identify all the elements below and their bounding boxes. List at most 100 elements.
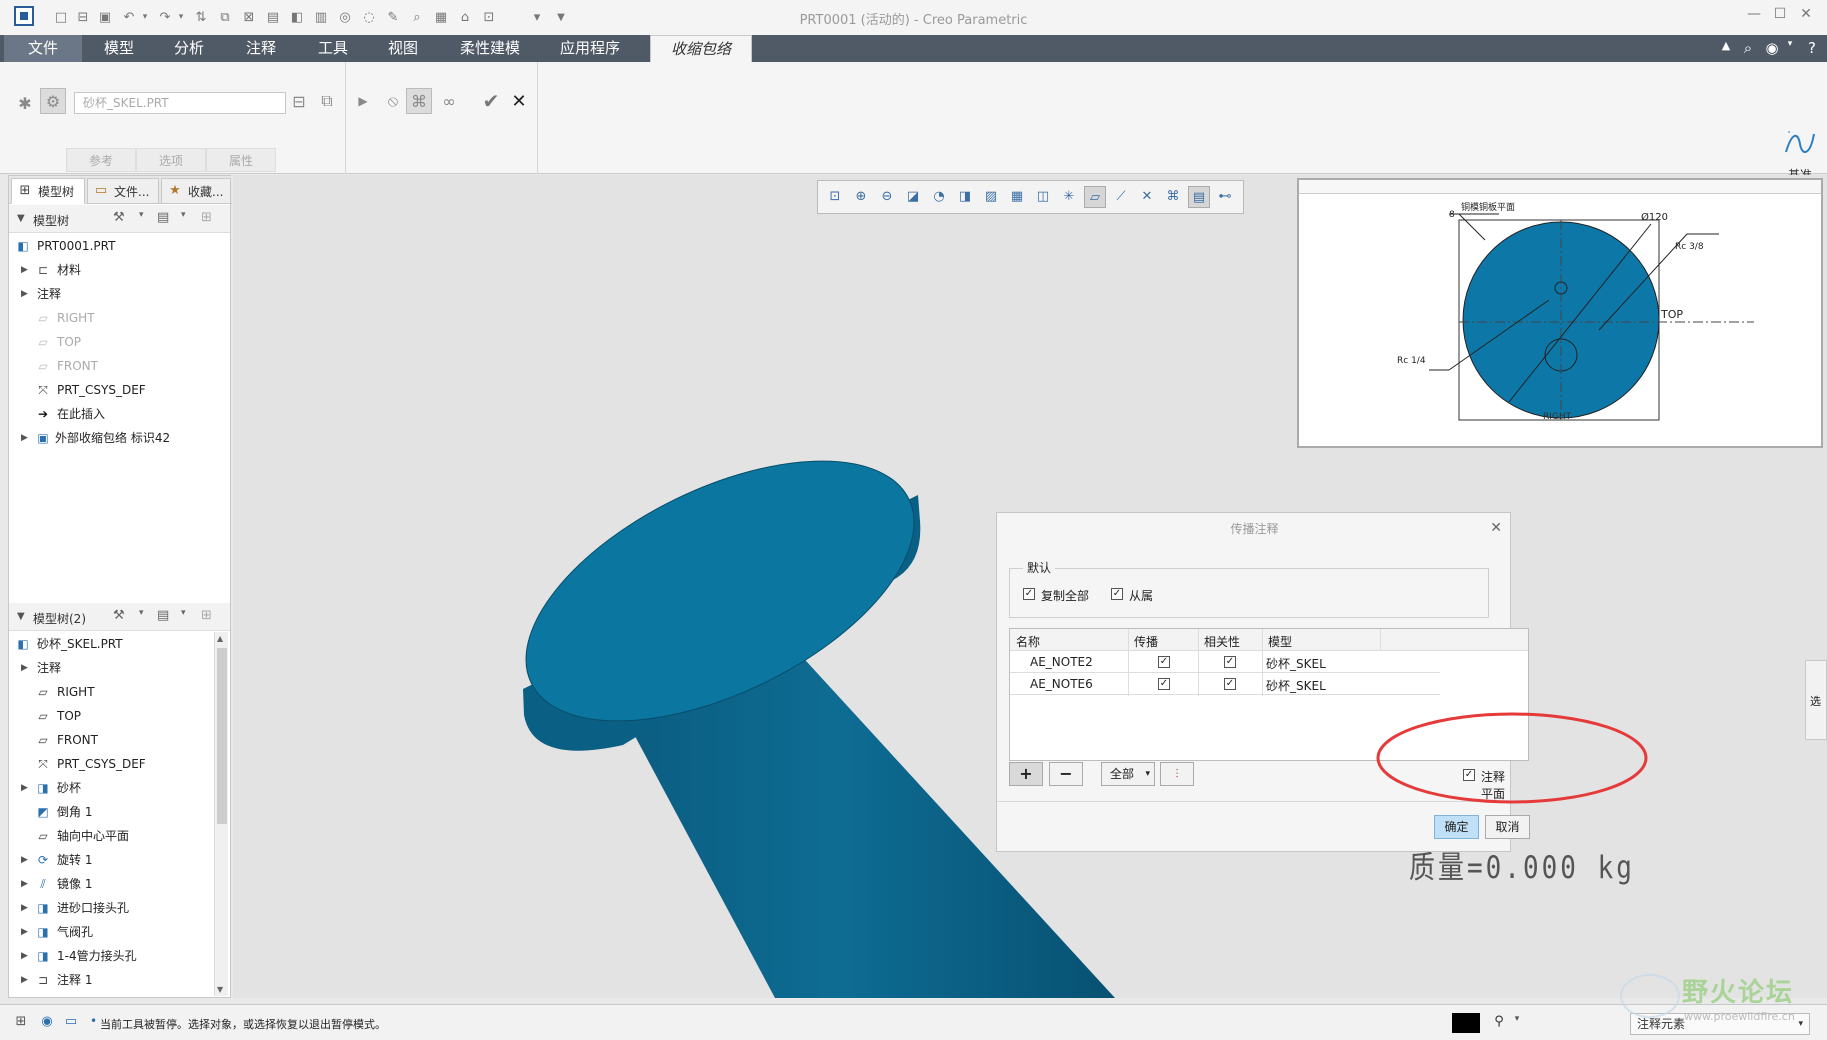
model-tree-2-scrollbar[interactable]: ▲ ▼: [214, 632, 228, 996]
csys-display-icon[interactable]: ⌘: [1162, 186, 1184, 208]
tree-node-annotations[interactable]: ▶ 注释: [9, 656, 214, 680]
ok-button[interactable]: 确定: [1434, 815, 1479, 839]
table-row[interactable]: AE_NOTE2 ✓ ✓ 砂杯_SKEL: [1010, 651, 1440, 673]
zoom-in-icon[interactable]: ⊕: [850, 186, 872, 208]
add-button[interactable]: +: [1009, 762, 1043, 786]
find-dropdown-icon[interactable]: ▾: [1508, 1014, 1526, 1032]
scroll-down-icon[interactable]: ▼: [217, 985, 223, 994]
tree-node-feature[interactable]: ▶ ◨ 进砂口接头孔: [9, 896, 214, 920]
community-dropdown-icon[interactable]: ▾: [1780, 39, 1800, 59]
tree-node-feature[interactable]: ▶ ◨ 砂杯: [9, 776, 214, 800]
expand-icon[interactable]: ▶: [21, 426, 28, 450]
tab-shrinkwrap[interactable]: 收缩包络: [650, 35, 752, 62]
expand-icon[interactable]: ▶: [21, 872, 28, 896]
tree-node-feature[interactable]: ▶ ⊐ 注释 1: [9, 968, 214, 992]
expand-icon[interactable]: ▶: [21, 258, 28, 282]
tree-node-shrinkwrap-feature[interactable]: ▶ ▣ 外部收缩包络 标识42: [9, 426, 214, 450]
expand-icon[interactable]: ▶: [21, 968, 28, 992]
tab-applications[interactable]: 应用程序: [548, 35, 632, 62]
nav-tab-favorites[interactable]: ★ 收藏...: [161, 178, 231, 204]
row-propagate-checkbox[interactable]: ✓: [1158, 656, 1170, 668]
select-model-icon[interactable]: ⧉: [314, 88, 340, 114]
dialog-close-icon[interactable]: ✕: [1490, 520, 1502, 536]
resume-icon[interactable]: ▶: [350, 88, 376, 114]
full-screen-icon[interactable]: ▭: [62, 1014, 80, 1032]
display-style-icon[interactable]: ◨: [954, 186, 976, 208]
cancel-icon[interactable]: ✕: [506, 88, 532, 114]
tree-node-top[interactable]: ▱ TOP: [9, 704, 214, 728]
tree-filter-icon[interactable]: ⊞: [201, 210, 212, 225]
tree-settings-dropdown-icon[interactable]: ▾: [139, 210, 144, 220]
scroll-thumb[interactable]: [217, 648, 227, 824]
plane-display-icon[interactable]: ▱: [1084, 186, 1106, 208]
expand-icon[interactable]: ▶: [21, 656, 28, 680]
collapse-ribbon-icon[interactable]: ▲: [1716, 39, 1736, 59]
cancel-button[interactable]: 取消: [1485, 815, 1530, 839]
hide-all-icon[interactable]: ⊷: [1214, 186, 1236, 208]
subtab-references[interactable]: 参考: [66, 148, 136, 172]
point-display-icon[interactable]: ✕: [1136, 186, 1158, 208]
tree-node-right[interactable]: ▱ RIGHT: [9, 306, 214, 330]
tree-node-csys[interactable]: ⤧ PRT_CSYS_DEF: [9, 378, 214, 402]
tree-node-top[interactable]: ▱ TOP: [9, 330, 214, 354]
dependent-checkbox[interactable]: ✓: [1111, 588, 1123, 600]
help-icon[interactable]: ?: [1802, 39, 1822, 59]
expand-icon[interactable]: ▶: [21, 776, 28, 800]
perspective-icon[interactable]: ◔: [928, 186, 950, 208]
tab-analysis[interactable]: 分析: [158, 35, 220, 62]
table-row[interactable]: AE_NOTE6 ✓ ✓ 砂杯_SKEL: [1010, 673, 1440, 695]
tree-filter-icon[interactable]: ⊞: [201, 608, 212, 623]
close-icon[interactable]: ✕: [1795, 6, 1817, 26]
tree-node-feature[interactable]: ▶ ⟳ 旋转 1: [9, 848, 214, 872]
subtab-options[interactable]: 选项: [136, 148, 206, 172]
reference-model-input[interactable]: 砂杯_SKEL.PRT: [74, 92, 286, 114]
tree-node-feature[interactable]: ▱ 轴向中心平面: [9, 824, 214, 848]
preview-icon[interactable]: ⌘: [406, 88, 432, 114]
tree-node-csys[interactable]: ⤧ PRT_CSYS_DEF: [9, 752, 214, 776]
column-propagate[interactable]: 传播: [1134, 633, 1158, 650]
remove-button[interactable]: −: [1049, 762, 1083, 786]
refit-icon[interactable]: ⊡: [824, 186, 846, 208]
pause-icon[interactable]: ⦸: [380, 88, 406, 114]
tab-model[interactable]: 模型: [88, 35, 150, 62]
filter-button[interactable]: ⫶: [1160, 762, 1194, 786]
axis-display-icon[interactable]: ⟋: [1110, 186, 1132, 208]
tab-tools[interactable]: 工具: [302, 35, 364, 62]
row-dependency-checkbox[interactable]: ✓: [1224, 678, 1236, 690]
minimize-icon[interactable]: —: [1743, 6, 1765, 26]
row-dependency-checkbox[interactable]: ✓: [1224, 656, 1236, 668]
tree-show-icon[interactable]: ▤: [157, 210, 169, 225]
tree-show-icon[interactable]: ▤: [157, 608, 169, 623]
column-name[interactable]: 名称: [1016, 633, 1040, 650]
view-manager-icon[interactable]: ▦: [1006, 186, 1028, 208]
maximize-icon[interactable]: ☐: [1769, 6, 1791, 26]
expand-icon[interactable]: ▶: [21, 896, 28, 920]
copy-all-checkbox[interactable]: ✓: [1023, 588, 1035, 600]
search-icon[interactable]: ⌕: [1738, 39, 1758, 59]
tree-show-dropdown-icon[interactable]: ▾: [181, 608, 186, 618]
tree-node-right[interactable]: ▱ RIGHT: [9, 680, 214, 704]
tree-node-front[interactable]: ▱ FRONT: [9, 728, 214, 752]
open-model-icon[interactable]: ⊟: [286, 88, 312, 114]
outer-shrinkwrap-icon[interactable]: ⚙: [40, 88, 66, 114]
column-model[interactable]: 模型: [1268, 633, 1292, 650]
tree-settings-icon[interactable]: ⚒: [113, 210, 125, 225]
expand-icon[interactable]: ▶: [21, 848, 28, 872]
tree-settings-dropdown-icon[interactable]: ▾: [139, 608, 144, 618]
all-dropdown[interactable]: 全部 ▾: [1101, 762, 1155, 786]
collapse-caret-icon[interactable]: ▼: [17, 611, 25, 622]
find-icon[interactable]: ⚲: [1490, 1014, 1508, 1032]
tree-node-feature[interactable]: ▶ ⫽ 镜像 1: [9, 872, 214, 896]
tree-settings-icon[interactable]: ⚒: [113, 608, 125, 623]
collapse-caret-icon[interactable]: ▼: [17, 213, 25, 224]
nav-tab-model-tree[interactable]: ⊞ 模型树: [11, 178, 85, 204]
scroll-up-icon[interactable]: ▲: [217, 634, 223, 643]
tab-annotate[interactable]: 注释: [230, 35, 292, 62]
tree-node-annotations[interactable]: ▶ 注释: [9, 282, 214, 306]
tree-node-root[interactable]: ◧ PRT0001.PRT: [9, 234, 214, 258]
zoom-out-icon[interactable]: ⊖: [876, 186, 898, 208]
tree-node-root[interactable]: ◧ 砂杯_SKEL.PRT: [9, 632, 214, 656]
subset-icon[interactable]: ✱: [12, 90, 38, 116]
right-edge-panel[interactable]: 选: [1805, 660, 1827, 740]
subtab-properties[interactable]: 属性: [206, 148, 276, 172]
